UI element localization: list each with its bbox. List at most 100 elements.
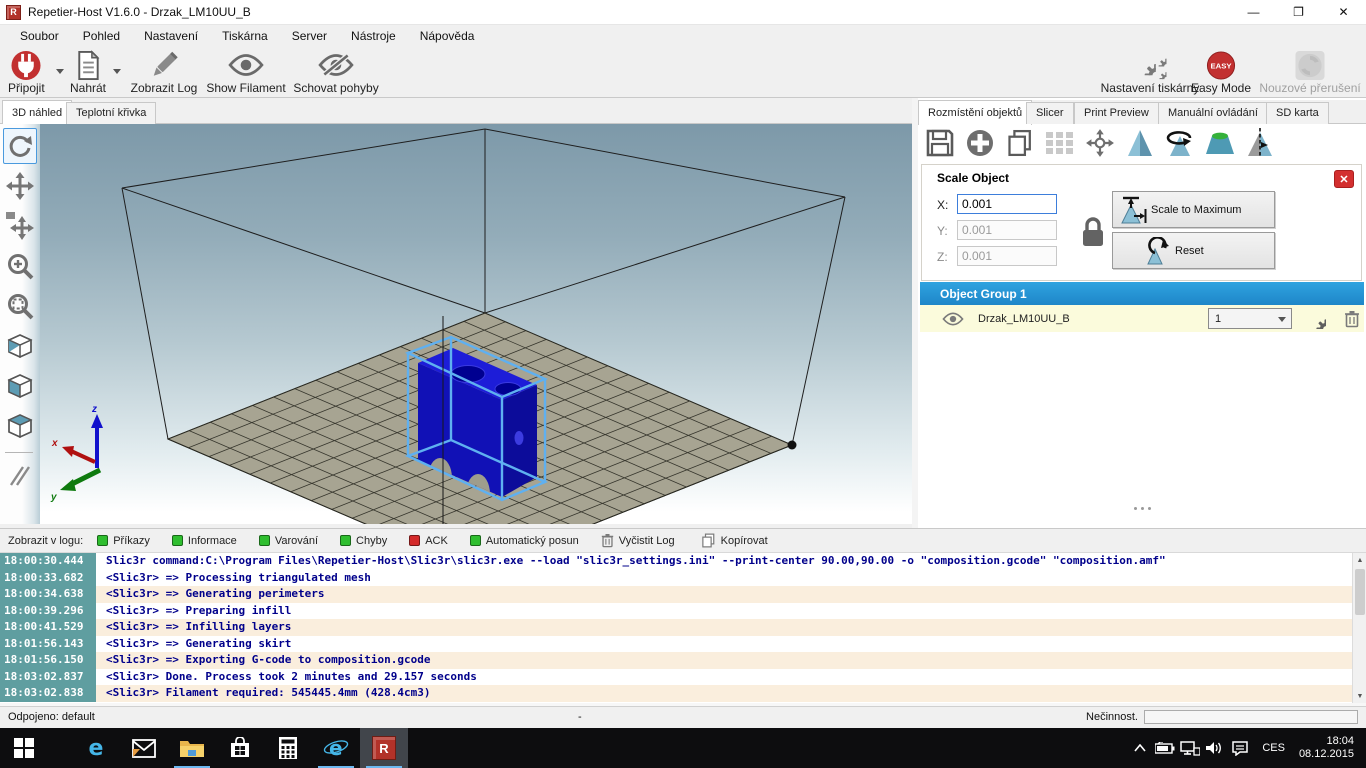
connect-button[interactable]: Připojit <box>4 49 49 96</box>
copies-value: 1 <box>1215 313 1221 325</box>
log-filter-toggle[interactable]: Varování <box>259 535 318 547</box>
taskbar-repetier-host[interactable]: R <box>360 728 408 768</box>
taskbar-calculator[interactable] <box>264 728 312 768</box>
menu-pohled[interactable]: Pohled <box>71 26 132 46</box>
workspace: 3D náhled Teplotní křivka <box>0 98 1366 528</box>
taskbar-edge[interactable]: e <box>72 728 120 768</box>
scroll-up-icon[interactable]: ▲ <box>1353 553 1366 567</box>
save-composition-button[interactable] <box>922 126 958 160</box>
object-visible-icon[interactable] <box>942 312 964 326</box>
svg-text:x: x <box>51 438 58 449</box>
log-rows: 18:00:30.444Slic3r command:C:\Program Fi… <box>0 553 1352 703</box>
menu-server[interactable]: Server <box>280 26 339 46</box>
tray-network-icon[interactable] <box>1177 728 1202 768</box>
copy-object-button[interactable] <box>1002 126 1038 160</box>
app-icon[interactable]: R <box>6 5 21 20</box>
load-button[interactable]: Nahrát <box>66 49 110 96</box>
add-object-button[interactable] <box>962 126 998 160</box>
scale-y-input[interactable] <box>957 220 1057 240</box>
hide-moves-button[interactable]: Schovat pohyby <box>290 49 382 96</box>
log-timestamp: 18:00:39.296 <box>0 603 96 620</box>
minimize-button[interactable]: — <box>1231 0 1276 25</box>
move-object-button[interactable] <box>3 208 37 244</box>
move-view-button[interactable] <box>3 168 37 204</box>
tray-clock[interactable]: 18:04 08.12.2015 <box>1295 735 1366 761</box>
scale-x-input[interactable] <box>957 194 1057 214</box>
tab-print-preview[interactable]: Print Preview <box>1074 102 1159 124</box>
tab-slicer[interactable]: Slicer <box>1026 102 1074 124</box>
scale-object-button[interactable] <box>1122 126 1158 160</box>
scale-z-input[interactable] <box>957 246 1057 266</box>
tab-3d-preview[interactable]: 3D náhled <box>2 100 72 125</box>
taskbar-mail[interactable] <box>120 728 168 768</box>
top-view-button[interactable] <box>3 408 37 444</box>
tab-sd-card[interactable]: SD karta <box>1266 102 1329 124</box>
restore-button[interactable]: ❐ <box>1276 0 1321 25</box>
viewport-3d[interactable]: z x y <box>40 124 912 524</box>
tray-action-center-icon[interactable] <box>1227 728 1252 768</box>
show-log-button[interactable]: Zobrazit Log <box>126 49 202 96</box>
clear-log-button[interactable]: Vyčistit Log <box>601 533 675 548</box>
show-filament-button[interactable]: Show Filament <box>204 49 288 96</box>
autoposition-button[interactable] <box>1042 126 1078 160</box>
menu-napoveda[interactable]: Nápověda <box>408 26 487 46</box>
menu-nastaveni[interactable]: Nastavení <box>132 26 210 46</box>
activity-status: Nečinnost. <box>1086 711 1138 723</box>
tray-volume-icon[interactable] <box>1202 728 1227 768</box>
rotate-view-button[interactable] <box>3 128 37 164</box>
view-tool-column <box>0 124 40 524</box>
lock-aspect-icon[interactable] <box>1080 215 1106 249</box>
tab-temperature-curve[interactable]: Teplotní křivka <box>66 102 156 124</box>
mirror-object-button[interactable] <box>1242 126 1278 160</box>
scroll-thumb[interactable] <box>1355 569 1365 615</box>
log-filter-toggle[interactable]: ACK <box>409 535 448 547</box>
log-scrollbar[interactable]: ▲ ▼ <box>1352 553 1366 703</box>
log-filter-toggle[interactable]: Chyby <box>340 535 387 547</box>
log-timestamp: 18:00:30.444 <box>0 553 96 570</box>
log-filter-toggle[interactable]: Příkazy <box>97 535 150 547</box>
tray-language[interactable]: CES <box>1252 742 1295 754</box>
show-log-label: Zobrazit Log <box>131 81 198 95</box>
filter-swatch <box>172 535 183 546</box>
easy-mode-button[interactable]: EASY Easy Mode <box>1190 49 1252 96</box>
emergency-stop-button[interactable]: Nouzové přerušení <box>1258 49 1362 96</box>
taskbar-explorer[interactable] <box>168 728 216 768</box>
copies-dropdown[interactable]: 1 <box>1208 308 1292 329</box>
parallel-projection-button[interactable] <box>3 458 37 494</box>
log-filter-toggle[interactable]: Informace <box>172 535 237 547</box>
menu-soubor[interactable]: Soubor <box>8 26 71 46</box>
scale-to-maximum-button[interactable]: Scale to Maximum <box>1112 191 1275 228</box>
tab-manual-control[interactable]: Manuální ovládání <box>1158 102 1268 124</box>
log-filter-toggle[interactable]: Automatický posun <box>470 535 579 547</box>
menu-tiskarna[interactable]: Tiskárna <box>210 26 280 46</box>
menu-nastroje[interactable]: Nástroje <box>339 26 408 46</box>
gears-icon <box>1130 50 1170 81</box>
copy-log-button[interactable]: Kopírovat <box>701 533 768 548</box>
scale-panel-close-button[interactable]: ✕ <box>1334 170 1354 188</box>
start-button[interactable] <box>0 728 48 768</box>
reset-scale-button[interactable]: Reset <box>1112 232 1275 269</box>
front-view-button[interactable] <box>3 368 37 404</box>
close-button[interactable]: ✕ <box>1321 0 1366 25</box>
taskbar-internet-explorer[interactable]: e <box>312 728 360 768</box>
iso-view-button[interactable] <box>3 328 37 364</box>
reset-scale-label: Reset <box>1175 245 1204 257</box>
center-object-button[interactable] <box>1082 126 1118 160</box>
tray-battery-icon[interactable] <box>1152 728 1177 768</box>
zoom-in-button[interactable] <box>3 248 37 284</box>
scroll-down-icon[interactable]: ▼ <box>1353 689 1366 703</box>
lay-flat-button[interactable] <box>1202 126 1238 160</box>
rotate-object-button[interactable] <box>1162 126 1198 160</box>
connect-dropdown-caret[interactable] <box>56 69 64 74</box>
delete-object-icon[interactable] <box>1344 310 1360 328</box>
tray-chevron-up-icon[interactable] <box>1127 728 1152 768</box>
object-settings-gear-icon[interactable] <box>1306 309 1326 329</box>
log-timestamp: 18:03:02.838 <box>0 685 96 702</box>
tab-object-placement[interactable]: Rozmístění objektů <box>918 100 1032 125</box>
panel-splitter-grip[interactable] <box>1078 506 1206 511</box>
load-dropdown-caret[interactable] <box>113 69 121 74</box>
object-row[interactable]: Drzak_LM10UU_B 1 <box>920 305 1364 332</box>
taskbar-store[interactable] <box>216 728 264 768</box>
fit-view-button[interactable] <box>3 288 37 324</box>
load-label: Nahrát <box>70 81 106 95</box>
